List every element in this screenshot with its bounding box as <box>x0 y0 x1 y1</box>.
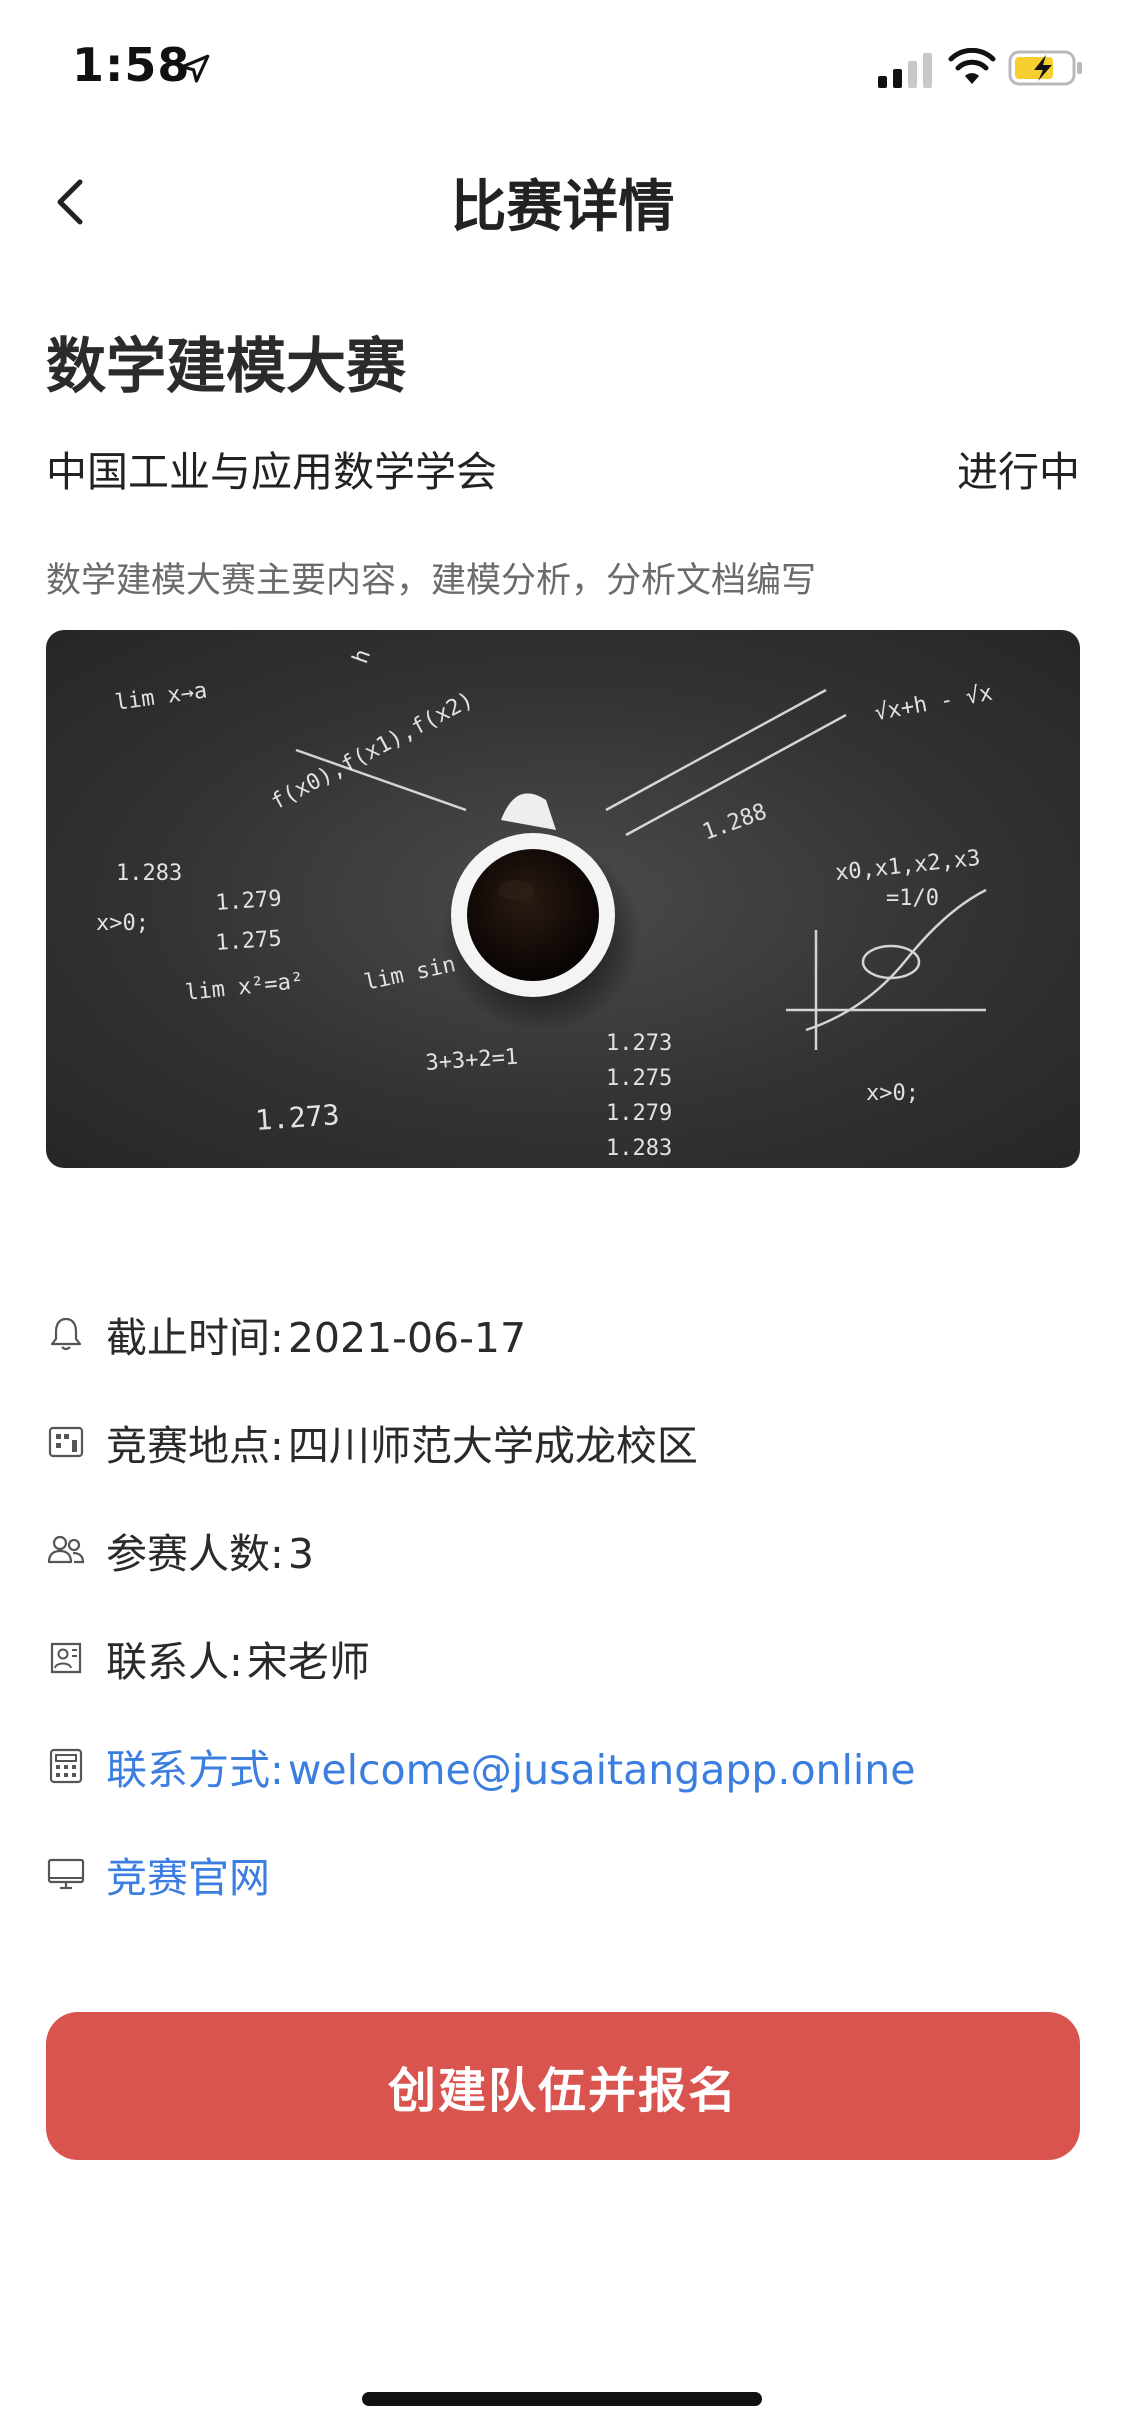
banner-formula: lim x²=a² <box>184 969 305 1006</box>
banner-formula: 1.283 <box>606 1136 672 1161</box>
battery-charging-icon <box>1008 50 1082 86</box>
phone-book-icon <box>49 1748 83 1784</box>
organizer-name: 中国工业与应用数学学会 <box>46 448 497 496</box>
nav-bar: 比赛详情 <box>0 140 1125 260</box>
website-link[interactable]: 竞赛官网 <box>106 1844 270 1904</box>
banner-formula: x>0; <box>866 1081 919 1106</box>
banner-formula: x>0; <box>96 911 149 936</box>
banner-formula: 1.283 <box>116 861 182 886</box>
banner-formula: 3+3+2=1 <box>425 1045 519 1076</box>
status-bar: 1:58 <box>0 0 1125 132</box>
deadline-text: 截止时间:2021-06-17 <box>106 1314 527 1362</box>
banner-formula: =1/0 <box>886 886 939 911</box>
location-text: 竞赛地点:四川师范大学成龙校区 <box>106 1422 698 1470</box>
location-arrow-icon <box>180 54 210 83</box>
banner-formula: √x+h - √x <box>873 681 995 726</box>
contact-method-link[interactable]: 联系方式:welcome@jusaitangapp.online <box>106 1736 916 1796</box>
banner-formula: h <box>348 646 376 667</box>
status-badge: 进行中 <box>957 448 1080 496</box>
status-time: 1:58 <box>72 38 191 92</box>
banner-formula: 1.273 <box>254 1098 340 1137</box>
home-indicator <box>362 2392 762 2406</box>
contact-person-row: 联系人:宋老师 <box>46 1604 1080 1712</box>
bell-icon <box>50 1317 82 1351</box>
users-icon <box>47 1535 85 1564</box>
banner-image: lim x→a x>0; 1.283 1.279 1.275 lim x²=a²… <box>46 630 1080 1168</box>
participants-row: 参赛人数:3 <box>46 1496 1080 1604</box>
contact-method-row[interactable]: 联系方式:welcome@jusaitangapp.online <box>46 1712 1080 1820</box>
banner-formula: 1.279 <box>606 1101 672 1126</box>
wifi-icon <box>948 48 996 84</box>
create-team-register-button[interactable]: 创建队伍并报名 <box>46 2012 1080 2160</box>
banner-formula: 1.275 <box>606 1066 672 1091</box>
signal-icon <box>878 53 932 88</box>
participants-text: 参赛人数:3 <box>106 1530 314 1578</box>
banner-formula: 1.279 <box>215 886 283 916</box>
contact-person-text: 联系人:宋老师 <box>106 1638 370 1686</box>
website-row[interactable]: 竞赛官网 <box>46 1820 1080 1928</box>
banner-formula: x0,x1,x2,x3 <box>834 846 982 886</box>
banner-formula: lim sin <box>362 952 458 996</box>
location-row: 竞赛地点:四川师范大学成龙校区 <box>46 1388 1080 1496</box>
deadline-row: 截止时间:2021-06-17 <box>46 1280 1080 1388</box>
page-title: 比赛详情 <box>450 175 675 240</box>
banner-formula: 1.273 <box>606 1031 672 1056</box>
monitor-icon <box>47 1858 85 1890</box>
banner-formula: 1.275 <box>215 926 283 956</box>
banner-formula: lim x→a <box>113 678 208 716</box>
contact-card-icon <box>50 1642 82 1674</box>
competition-description: 数学建模大赛主要内容，建模分析，分析文档编写 <box>46 561 817 601</box>
building-icon <box>48 1426 84 1458</box>
organizer-row: 中国工业与应用数学学会 进行中 <box>46 438 1080 498</box>
competition-name: 数学建模大赛 <box>46 332 406 402</box>
info-list: 截止时间:2021-06-17 竞赛地点:四川师范大学成龙校区 参赛人数:3 联… <box>46 1280 1080 1928</box>
banner-formula: 1.288 <box>700 799 771 845</box>
